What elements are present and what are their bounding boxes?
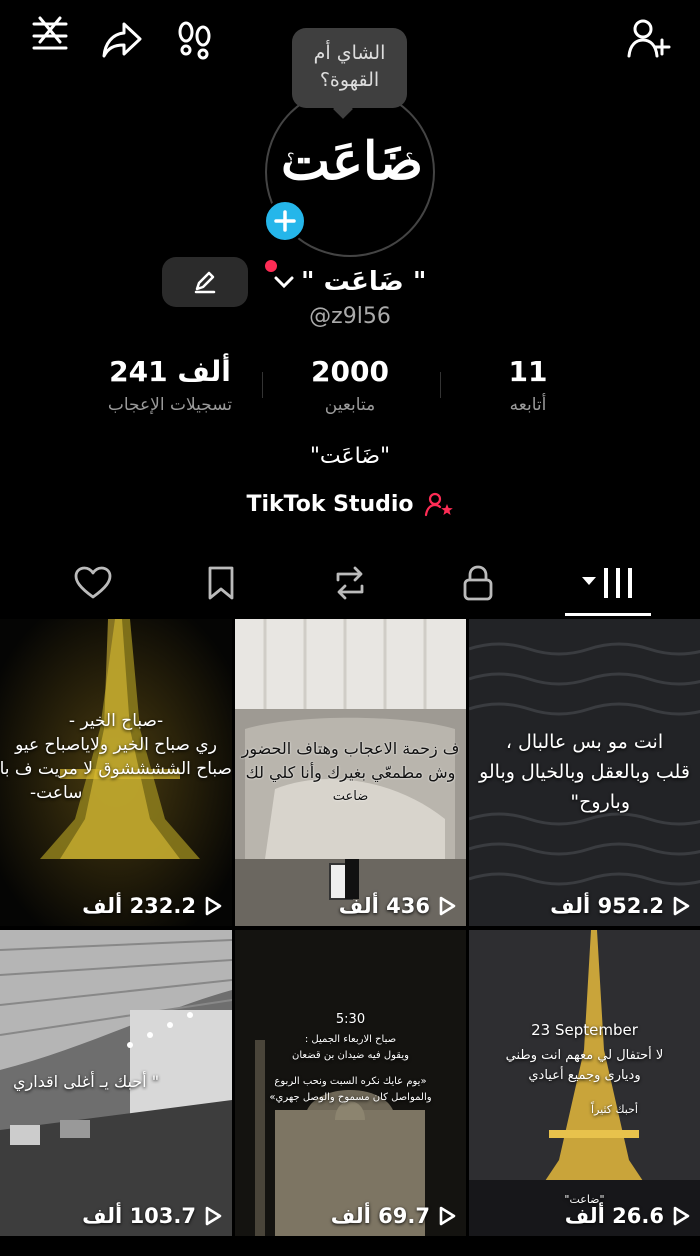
video-thumbnail[interactable]: انت مو بس عالبال ، قلب وبالعقل وبالخيال … — [469, 619, 700, 926]
caption-line: لا أحتفال لي معهم انت وطني — [505, 1048, 664, 1063]
play-icon — [205, 896, 222, 916]
pencil-icon — [194, 271, 216, 294]
view-count-text: 103.7 ألف — [82, 1204, 196, 1228]
view-count-text: 436 ألف — [338, 894, 430, 918]
add-friend-icon[interactable] — [626, 16, 672, 60]
caption-line: انت مو بس عالبال ، — [505, 731, 664, 753]
share-icon[interactable] — [100, 20, 144, 60]
stat-value: 2000 — [311, 355, 389, 388]
menu-close-icon[interactable] — [30, 16, 70, 56]
caption-line: 23 September — [531, 1021, 638, 1039]
chevron-down-icon[interactable] — [273, 273, 295, 291]
notification-dot — [265, 260, 277, 272]
display-name-row[interactable]: " ضَاعَت " — [265, 260, 426, 304]
bio: "ضَاعَت" — [309, 444, 391, 469]
view-count: 69.7 ألف — [331, 1204, 456, 1228]
caption-line: صباح الاربعاء الجميل : — [304, 1034, 397, 1045]
caption-line: ضاعت — [332, 789, 369, 804]
stat-label: أتابعه — [509, 395, 547, 415]
caption-line: ويقول فيه ضيدان بن قضعان — [292, 1050, 409, 1061]
caption-line: ساعت- — [30, 783, 83, 803]
caption-line: «يوم عايك نكره السبت ونحب الربوع — [274, 1076, 427, 1087]
bookmark-icon — [208, 566, 234, 600]
video-caption: ف زحمة الاعجاب وهتاف الحضور وش مطمعّي بغ… — [235, 737, 466, 809]
view-count-text: 69.7 ألف — [330, 1204, 430, 1228]
stat-likes[interactable]: 241 ألف تسجيلات الإعجاب — [70, 352, 270, 418]
view-count: 26.6 ألف — [565, 1204, 690, 1228]
view-count: 103.7 ألف — [82, 1204, 222, 1228]
video-thumbnail[interactable]: " أحبك يـ أغلى اقداري 103.7 ألف — [0, 930, 232, 1236]
caption-line: وباروح" — [570, 791, 630, 813]
studio-label: TikTok Studio — [246, 491, 414, 517]
creator-star-icon — [424, 490, 454, 518]
view-count-text: 952.2 ألف — [550, 894, 664, 918]
note-bubble[interactable]: الشاي أم القهوة؟ — [292, 28, 407, 108]
caption-line: ف زحمة الاعجاب وهتاف الحضور — [241, 739, 460, 758]
caption-line: ري صباح الخير ولاياصباح عيو — [15, 735, 217, 755]
play-icon — [673, 896, 690, 916]
tab-reposts[interactable] — [285, 555, 415, 611]
plus-icon — [274, 210, 296, 232]
tab-videos[interactable] — [543, 555, 673, 611]
caption-line: قلب وبالعقل وبالخيال وبالو — [479, 761, 690, 783]
play-icon — [205, 1206, 222, 1226]
video-thumbnail[interactable]: 5:30 صباح الاربعاء الجميل : ويقول فيه ضي… — [235, 930, 466, 1236]
view-count-text: 232.2 ألف — [82, 894, 196, 918]
tab-private[interactable] — [413, 555, 543, 611]
caption-line: " أحبك يـ أغلى اقداري — [12, 1072, 160, 1091]
grid-icon — [582, 568, 632, 598]
play-icon — [439, 896, 456, 916]
play-icon — [673, 1206, 690, 1226]
edit-profile-button[interactable] — [162, 257, 248, 307]
view-count: 436 ألف — [339, 894, 456, 918]
video-thumbnail[interactable]: -صباح الخير - ري صباح الخير ولاياصباح عي… — [0, 619, 232, 926]
video-caption: " أحبك يـ أغلى اقداري — [0, 1070, 232, 1094]
video-caption: 23 September لا أحتفال لي معهم انت وطني … — [469, 1020, 700, 1210]
video-caption: -صباح الخير - ري صباح الخير ولاياصباح عي… — [0, 709, 232, 805]
stat-followers[interactable]: 2000 متابعين — [250, 352, 450, 418]
footprints-icon[interactable] — [176, 20, 214, 60]
caption-line: 5:30 — [335, 1012, 366, 1027]
view-count: 232.2 ألف — [82, 894, 222, 918]
username: @z9l56 — [309, 304, 391, 329]
stat-value: 241 ألف — [109, 355, 231, 388]
caption-line: وديارى وجميع أعيادي — [528, 1068, 641, 1083]
heart-icon — [74, 566, 112, 599]
repost-icon — [336, 566, 364, 600]
display-name: " ضَاعَت " — [301, 267, 427, 297]
caption-line: أحبك كثيراً — [591, 1103, 638, 1116]
video-caption: 5:30 صباح الاربعاء الجميل : ويقول فيه ضي… — [235, 1012, 466, 1106]
content-tabs — [0, 555, 700, 615]
tiktok-studio-link[interactable]: TikTok Studio — [0, 490, 700, 518]
add-story-button[interactable] — [263, 199, 307, 243]
video-caption: انت مو بس عالبال ، قلب وبالعقل وبالخيال … — [469, 727, 700, 817]
stat-value: 11 — [508, 355, 548, 388]
view-count-text: 26.6 ألف — [564, 1204, 664, 1228]
view-count: 952.2 ألف — [550, 894, 690, 918]
stat-label: متابعين — [324, 395, 376, 415]
tab-liked[interactable] — [28, 555, 158, 611]
video-thumbnail[interactable]: 23 September لا أحتفال لي معهم انت وطني … — [469, 930, 700, 1236]
tab-saved[interactable] — [156, 555, 286, 611]
avatar-question-mark: ؟ — [405, 151, 413, 167]
stat-following[interactable]: 11 أتابعه — [428, 352, 628, 418]
play-icon — [439, 1206, 456, 1226]
lock-icon — [463, 565, 493, 601]
caption-line: وش مطمعّي بغيرك وأنا كلي لك — [245, 763, 456, 782]
caption-line: والمواصل كان مسموح والوصل جهري» — [269, 1092, 432, 1103]
video-thumbnail[interactable]: ف زحمة الاعجاب وهتاف الحضور وش مطمعّي بغ… — [235, 619, 466, 926]
active-tab-indicator — [565, 613, 651, 616]
caption-line: صباح الششششوق لا مريت ف با — [0, 759, 232, 779]
caption-line: -صباح الخير - — [68, 711, 164, 731]
stat-label: تسجيلات الإعجاب — [107, 395, 233, 415]
